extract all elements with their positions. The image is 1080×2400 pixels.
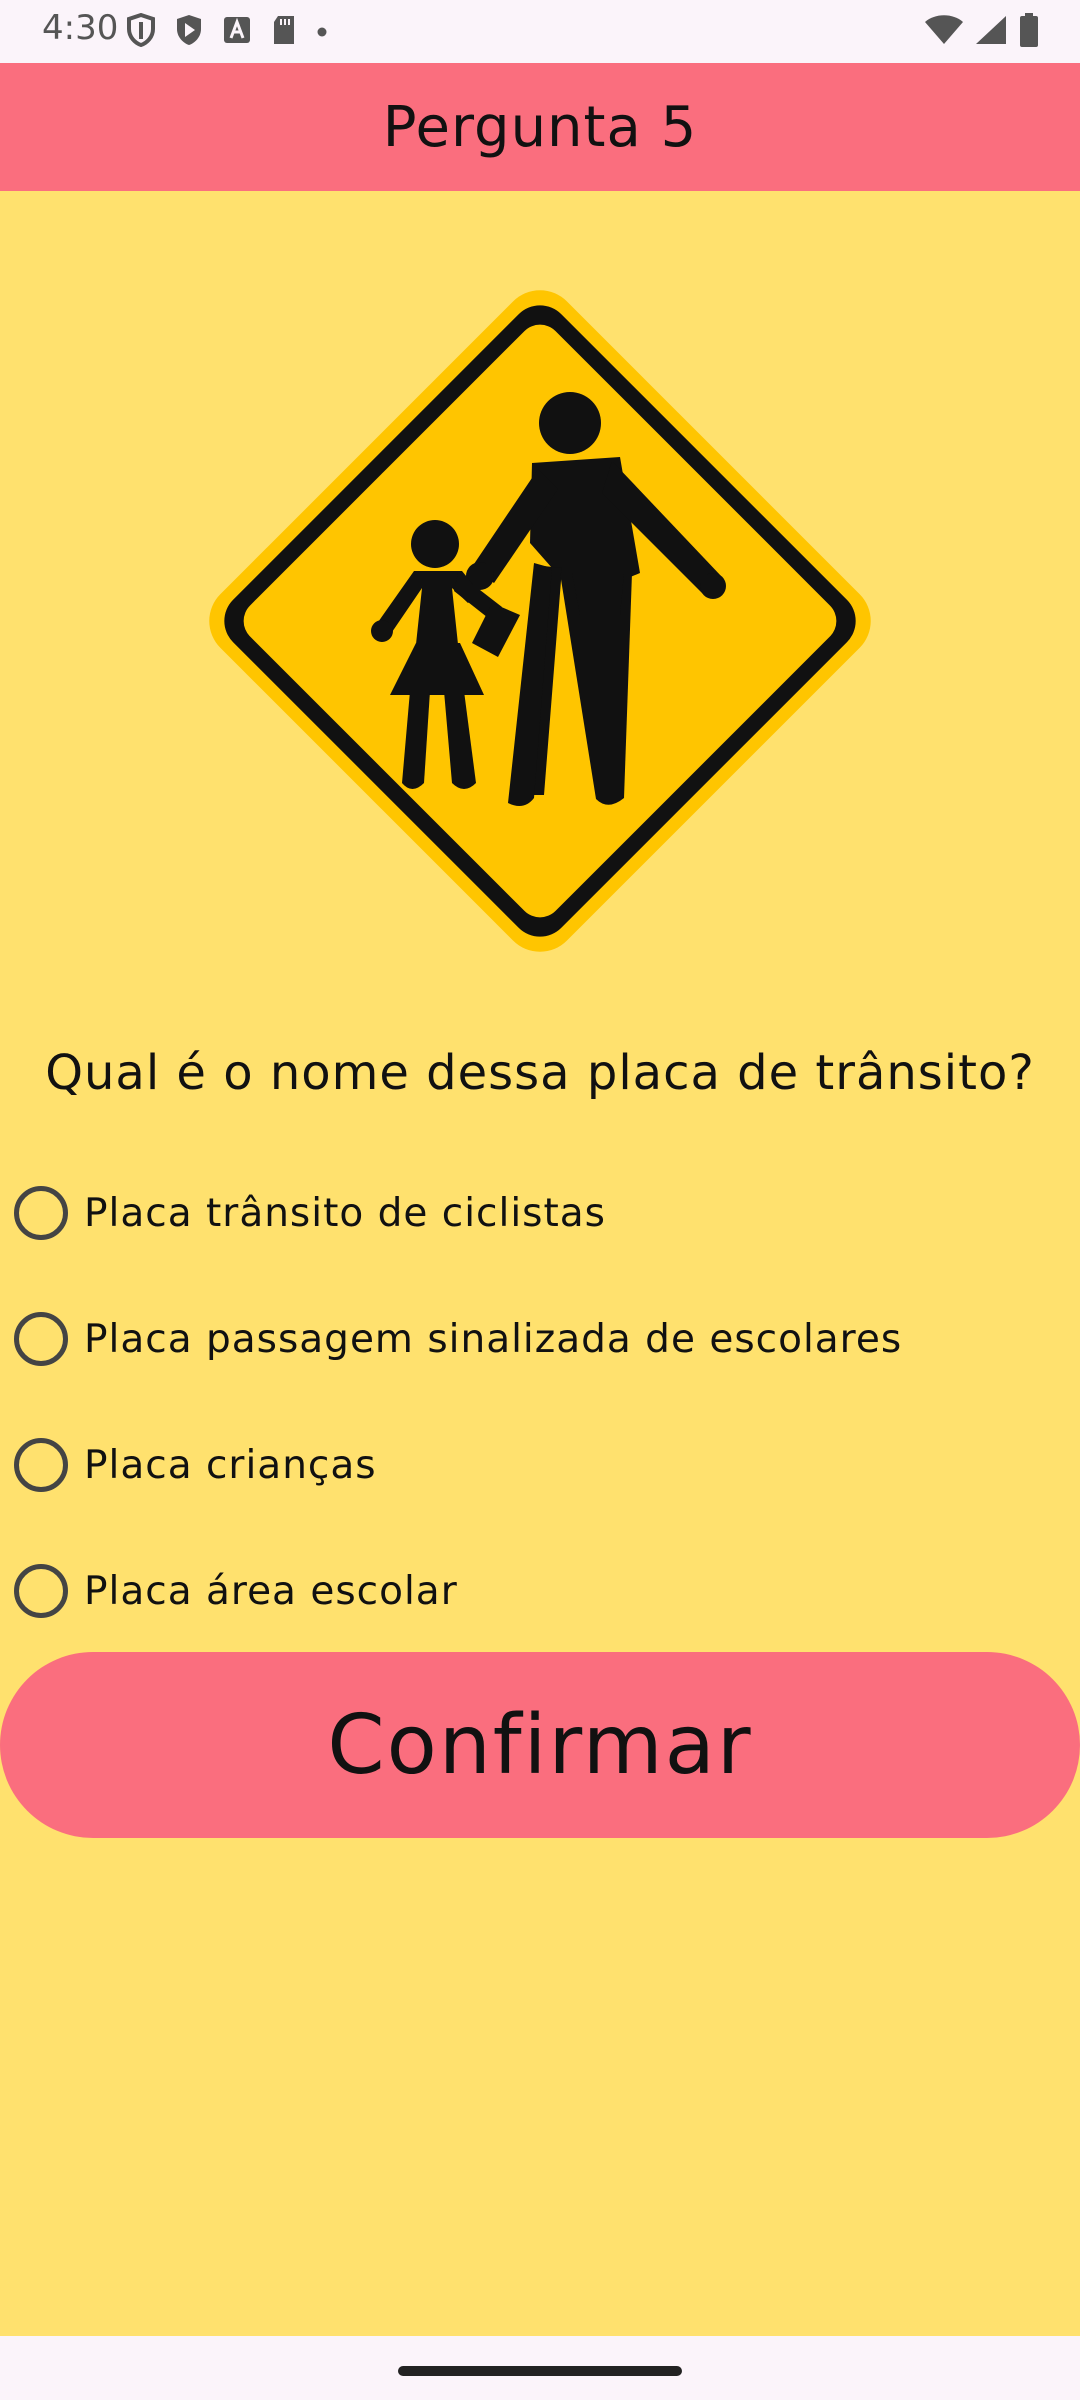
status-icons-right [924,12,1040,52]
confirm-button-label: Confirmar [327,1697,753,1793]
shield-icon [126,12,156,51]
radio-button[interactable] [14,1438,68,1492]
answer-option-1[interactable]: Placa trânsito de ciclistas [0,1150,1080,1276]
status-bar: 4:30 [0,0,1080,63]
radio-button[interactable] [14,1564,68,1618]
cellular-signal-icon [974,14,1008,50]
home-gesture-handle[interactable] [398,2366,682,2376]
play-protect-icon [174,13,204,51]
answer-option-4[interactable]: Placa área escolar [0,1528,1080,1654]
question-text: Qual é o nome dessa placa de trânsito? [45,1045,1035,1101]
traffic-sign-image [162,243,918,999]
dot-icon [316,23,328,42]
quiz-screen: 4:30 Pergunta 5 Qual é o nome dessa plac… [0,0,1080,2400]
answer-option-label: Placa trânsito de ciclistas [84,1190,607,1236]
navigation-bar [0,2336,1080,2400]
answer-option-label: Placa passagem sinalizada de escolares [84,1316,903,1362]
radio-button[interactable] [14,1186,68,1240]
confirm-button[interactable]: Confirmar [0,1652,1080,1838]
children-crossing-sign-icon [209,290,871,952]
sd-card-icon [270,14,298,50]
radio-button[interactable] [14,1312,68,1366]
font-a-icon [222,15,252,49]
page-title: Pergunta 5 [382,94,698,160]
answer-option-2[interactable]: Placa passagem sinalizada de escolares [0,1276,1080,1402]
status-icons-left [126,12,328,52]
answer-option-3[interactable]: Placa crianças [0,1402,1080,1528]
answer-option-label: Placa crianças [84,1442,377,1488]
app-bar: Pergunta 5 [0,63,1080,191]
answer-option-label: Placa área escolar [84,1568,458,1614]
answer-options: Placa trânsito de ciclistas Placa passag… [0,1150,1080,1654]
battery-icon [1018,12,1040,52]
status-time: 4:30 [42,8,119,48]
wifi-icon [924,14,964,50]
